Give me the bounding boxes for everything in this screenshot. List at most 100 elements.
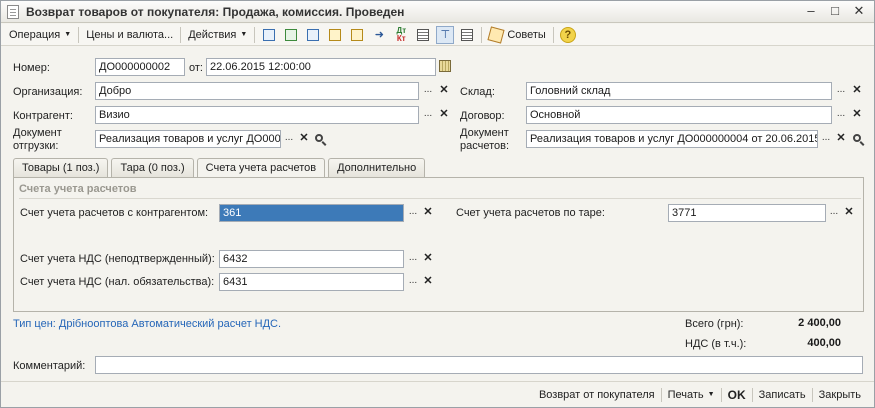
vat-liability-field[interactable]: 6431 xyxy=(219,273,404,291)
vat-total-value: 400,00 xyxy=(807,337,841,349)
number-field[interactable]: ДО000000002 xyxy=(95,58,185,76)
contractor-label: Контрагент: xyxy=(13,110,73,122)
bottom-separator xyxy=(660,387,662,402)
contractor-select-button[interactable]: ... xyxy=(420,107,436,123)
organization-clear-button[interactable]: ✕ xyxy=(436,83,452,99)
settlement-doc-open-button[interactable] xyxy=(849,131,865,147)
calendar-button[interactable] xyxy=(437,59,453,75)
comment-label: Комментарий: xyxy=(13,360,86,372)
maximize-button[interactable]: □ xyxy=(828,4,842,18)
warehouse-clear-button[interactable]: ✕ xyxy=(849,83,865,99)
print-label: Печать xyxy=(667,388,704,401)
dropdown-arrow-icon: ▼ xyxy=(707,391,715,398)
contract-field[interactable]: Основной xyxy=(526,106,832,124)
vat-unconfirmed-clear-button[interactable]: ✕ xyxy=(420,251,436,267)
settlement-doc-select-button[interactable]: ... xyxy=(818,131,834,147)
total-label: Всего (грн): xyxy=(685,318,744,330)
document-window: Возврат товаров от покупателя: Продажа, … xyxy=(0,0,875,408)
list-view-icon[interactable] xyxy=(458,26,476,44)
operation-menu-label: Операция xyxy=(9,28,61,41)
contract-label: Договор: xyxy=(460,110,505,122)
date-field[interactable]: 22.06.2015 12:00:00 xyxy=(206,58,436,76)
load-document-icon[interactable] xyxy=(326,26,344,44)
return-from-buyer-button[interactable]: Возврат от покупателя xyxy=(534,389,660,401)
magnifier-icon xyxy=(315,134,323,142)
close-window-button[interactable]: ✕ xyxy=(852,4,866,18)
tips-icon xyxy=(487,25,505,44)
operation-menu[interactable]: Операция ▼ xyxy=(5,26,75,44)
dropdown-arrow-icon: ▼ xyxy=(64,30,72,38)
tab-bar: Товары (1 поз.) Тара (0 поз.) Счета учет… xyxy=(13,158,428,178)
shipment-doc-field[interactable]: Реализация товаров и услуг ДО000 xyxy=(95,130,281,148)
settlement-doc-label-line1: Документ xyxy=(460,127,509,139)
vat-liability-select-button[interactable]: ... xyxy=(405,274,421,290)
tare-account-clear-button[interactable]: ✕ xyxy=(841,205,857,221)
tab-tare[interactable]: Тара (0 поз.) xyxy=(111,158,194,177)
contract-select-button[interactable]: ... xyxy=(833,107,849,123)
date-from-label: от: xyxy=(189,62,203,74)
prices-currency-button[interactable]: Цены и валюта... xyxy=(82,26,177,44)
organization-select-button[interactable]: ... xyxy=(420,83,436,99)
dtkt-bottom: Кт xyxy=(396,33,406,43)
magnifier-icon xyxy=(853,134,861,142)
vat-liability-clear-button[interactable]: ✕ xyxy=(420,274,436,290)
tab-goods[interactable]: Товары (1 поз.) xyxy=(13,158,109,177)
help-button[interactable]: ? xyxy=(559,26,577,44)
accounts-group-title: Счета учета расчетов xyxy=(19,183,137,195)
document-icon xyxy=(7,4,19,19)
vat-unconfirmed-select-button[interactable]: ... xyxy=(405,251,421,267)
vat-unconfirmed-field[interactable]: 6432 xyxy=(219,250,404,268)
contractor-account-select-button[interactable]: ... xyxy=(405,205,421,221)
vat-unconfirmed-label: Счет учета НДС (неподтвержденный): xyxy=(20,253,215,265)
window-title: Возврат товаров от покупателя: Продажа, … xyxy=(26,4,405,19)
edit-by-terms-icon[interactable]: ⊤ xyxy=(436,25,455,44)
tab-additional[interactable]: Дополнительно xyxy=(328,158,426,177)
settlement-doc-clear-button[interactable]: ✕ xyxy=(833,131,849,147)
print-menu-button[interactable]: Печать ▼ xyxy=(663,389,720,401)
contract-clear-button[interactable]: ✕ xyxy=(849,107,865,123)
document-structure-icon[interactable] xyxy=(414,26,432,44)
warehouse-field[interactable]: Головний склад xyxy=(526,82,832,100)
toolbar-separator xyxy=(481,26,483,43)
tare-account-field[interactable]: 3771 xyxy=(668,204,826,222)
toolbar: Операция ▼ Цены и валюта... Действия ▼ ➜… xyxy=(1,24,874,46)
shipment-doc-open-button[interactable] xyxy=(311,131,327,147)
enter-on-basis-icon[interactable] xyxy=(260,26,278,44)
dropdown-arrow-icon: ▼ xyxy=(240,30,248,38)
shipment-doc-label-line2: отгрузки: xyxy=(13,140,59,152)
bottom-separator xyxy=(751,387,753,402)
group-divider xyxy=(19,198,861,199)
contractor-account-clear-button[interactable]: ✕ xyxy=(420,205,436,221)
title-bar: Возврат товаров от покупателя: Продажа, … xyxy=(1,1,874,23)
save-button[interactable]: Записать xyxy=(754,389,811,401)
contractor-account-field[interactable]: 361 xyxy=(219,204,404,222)
warehouse-select-button[interactable]: ... xyxy=(833,83,849,99)
number-label: Номер: xyxy=(13,62,50,74)
total-value: 2 400,00 xyxy=(798,317,841,329)
organization-label: Организация: xyxy=(13,86,83,98)
shipment-doc-select-button[interactable]: ... xyxy=(281,131,297,147)
close-button[interactable]: Закрыть xyxy=(814,389,866,401)
vat-total-label: НДС (в т.ч.): xyxy=(685,338,747,350)
post-document-icon[interactable] xyxy=(282,26,300,44)
go-to-menu-icon[interactable]: ➜ xyxy=(370,26,388,44)
contractor-account-label: Счет учета расчетов с контрагентом: xyxy=(20,207,209,219)
fill-document-icon[interactable] xyxy=(348,26,366,44)
tare-account-select-button[interactable]: ... xyxy=(826,205,842,221)
contractor-clear-button[interactable]: ✕ xyxy=(436,107,452,123)
shipment-doc-clear-button[interactable]: ✕ xyxy=(296,131,312,147)
tab-settlement-accounts[interactable]: Счета учета расчетов xyxy=(196,158,326,178)
minimize-button[interactable]: – xyxy=(804,4,818,18)
copy-document-icon[interactable] xyxy=(304,26,322,44)
actions-menu[interactable]: Действия ▼ xyxy=(184,26,251,44)
tips-button[interactable]: Советы xyxy=(485,25,549,44)
ok-button[interactable]: OK xyxy=(723,388,751,402)
contractor-field[interactable]: Визио xyxy=(95,106,419,124)
price-type-link[interactable]: Тип цен: Дрібнооптова Автоматический рас… xyxy=(13,318,281,330)
toolbar-separator xyxy=(254,26,256,43)
comment-field[interactable] xyxy=(95,356,863,374)
dtkt-icon[interactable]: Дт Кт xyxy=(392,26,410,44)
organization-field[interactable]: Добро xyxy=(95,82,419,100)
settlement-doc-field[interactable]: Реализация товаров и услуг ДО000000004 о… xyxy=(526,130,818,148)
help-icon: ? xyxy=(559,26,576,43)
